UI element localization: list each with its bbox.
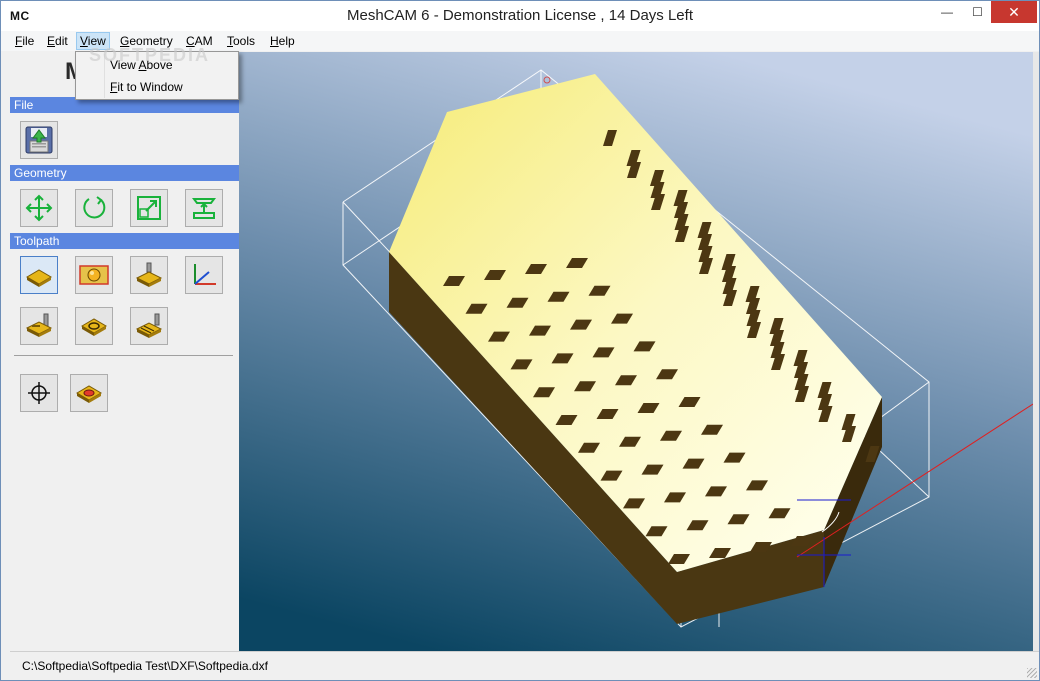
rotate-part-button[interactable] (75, 189, 113, 227)
menu-fit-to-window[interactable]: Fit to Window (110, 77, 183, 97)
stock-height-icon (192, 198, 216, 219)
title-bar: MC MeshCAM 6 - Demonstration License , 1… (1, 1, 1039, 31)
rotate-icon (83, 196, 106, 219)
file-path-status: C:\Softpedia\Softpedia Test\DXF\Softpedi… (22, 659, 268, 673)
part-render[interactable] (239, 52, 1033, 651)
status-bar: C:\Softpedia\Softpedia Test\DXF\Softpedi… (10, 651, 1039, 680)
select-tool-button[interactable] (75, 256, 113, 294)
menu-tools[interactable]: Tools (224, 33, 258, 51)
simulate-toolpath-button[interactable] (70, 374, 108, 412)
define-stock-button[interactable] (20, 256, 58, 294)
pencil-finishing-button[interactable] (75, 307, 113, 345)
rest-machining-button[interactable] (130, 307, 168, 345)
set-origin-button[interactable] (185, 256, 223, 294)
viewport-scrollbar[interactable] (1033, 52, 1039, 651)
roughing-icon (135, 262, 163, 287)
simulate-icon (76, 385, 102, 403)
ball-tool-icon (79, 265, 109, 285)
close-button[interactable]: ✕ (991, 1, 1037, 23)
section-geometry: Geometry (10, 165, 239, 181)
section-toolpath: Toolpath (10, 233, 239, 249)
open-file-button[interactable] (20, 121, 58, 159)
close-icon: ✕ (1008, 3, 1020, 20)
maximize-button[interactable]: ☐ (964, 1, 991, 23)
window-title: MeshCAM 6 - Demonstration License , 14 D… (347, 7, 693, 24)
axis-origin-icon (194, 264, 216, 285)
rest-machining-icon (135, 313, 163, 338)
move-part-button[interactable] (20, 189, 58, 227)
stock-plate-icon (26, 269, 52, 287)
move-arrows-icon (25, 194, 53, 222)
maximize-icon: ☐ (972, 5, 983, 19)
pencil-trace-icon (81, 318, 107, 336)
finishing-icon (25, 313, 53, 337)
menu-file[interactable]: File (12, 33, 37, 51)
finishing-button[interactable] (20, 307, 58, 345)
3d-viewport[interactable] (239, 52, 1033, 651)
softpedia-watermark: SOFTPEDIA (89, 45, 211, 65)
toolbox-panel: M File Geometry (10, 52, 239, 651)
minimize-button[interactable]: — (930, 1, 964, 23)
save-disk-icon (25, 126, 53, 154)
set-stock-button[interactable] (185, 189, 223, 227)
minimize-icon: — (941, 5, 953, 19)
app-window: MC MeshCAM 6 - Demonstration License , 1… (0, 0, 1040, 681)
separator (14, 355, 233, 356)
resize-grip[interactable] (1027, 668, 1037, 678)
menu-help[interactable]: Help (267, 33, 298, 51)
crosshair-icon (28, 382, 50, 404)
menu-edit[interactable]: Edit (44, 33, 71, 51)
scale-icon (137, 196, 161, 220)
scale-part-button[interactable] (130, 189, 168, 227)
machine-origin-button[interactable] (20, 374, 58, 412)
waterline-roughing-button[interactable] (130, 256, 168, 294)
